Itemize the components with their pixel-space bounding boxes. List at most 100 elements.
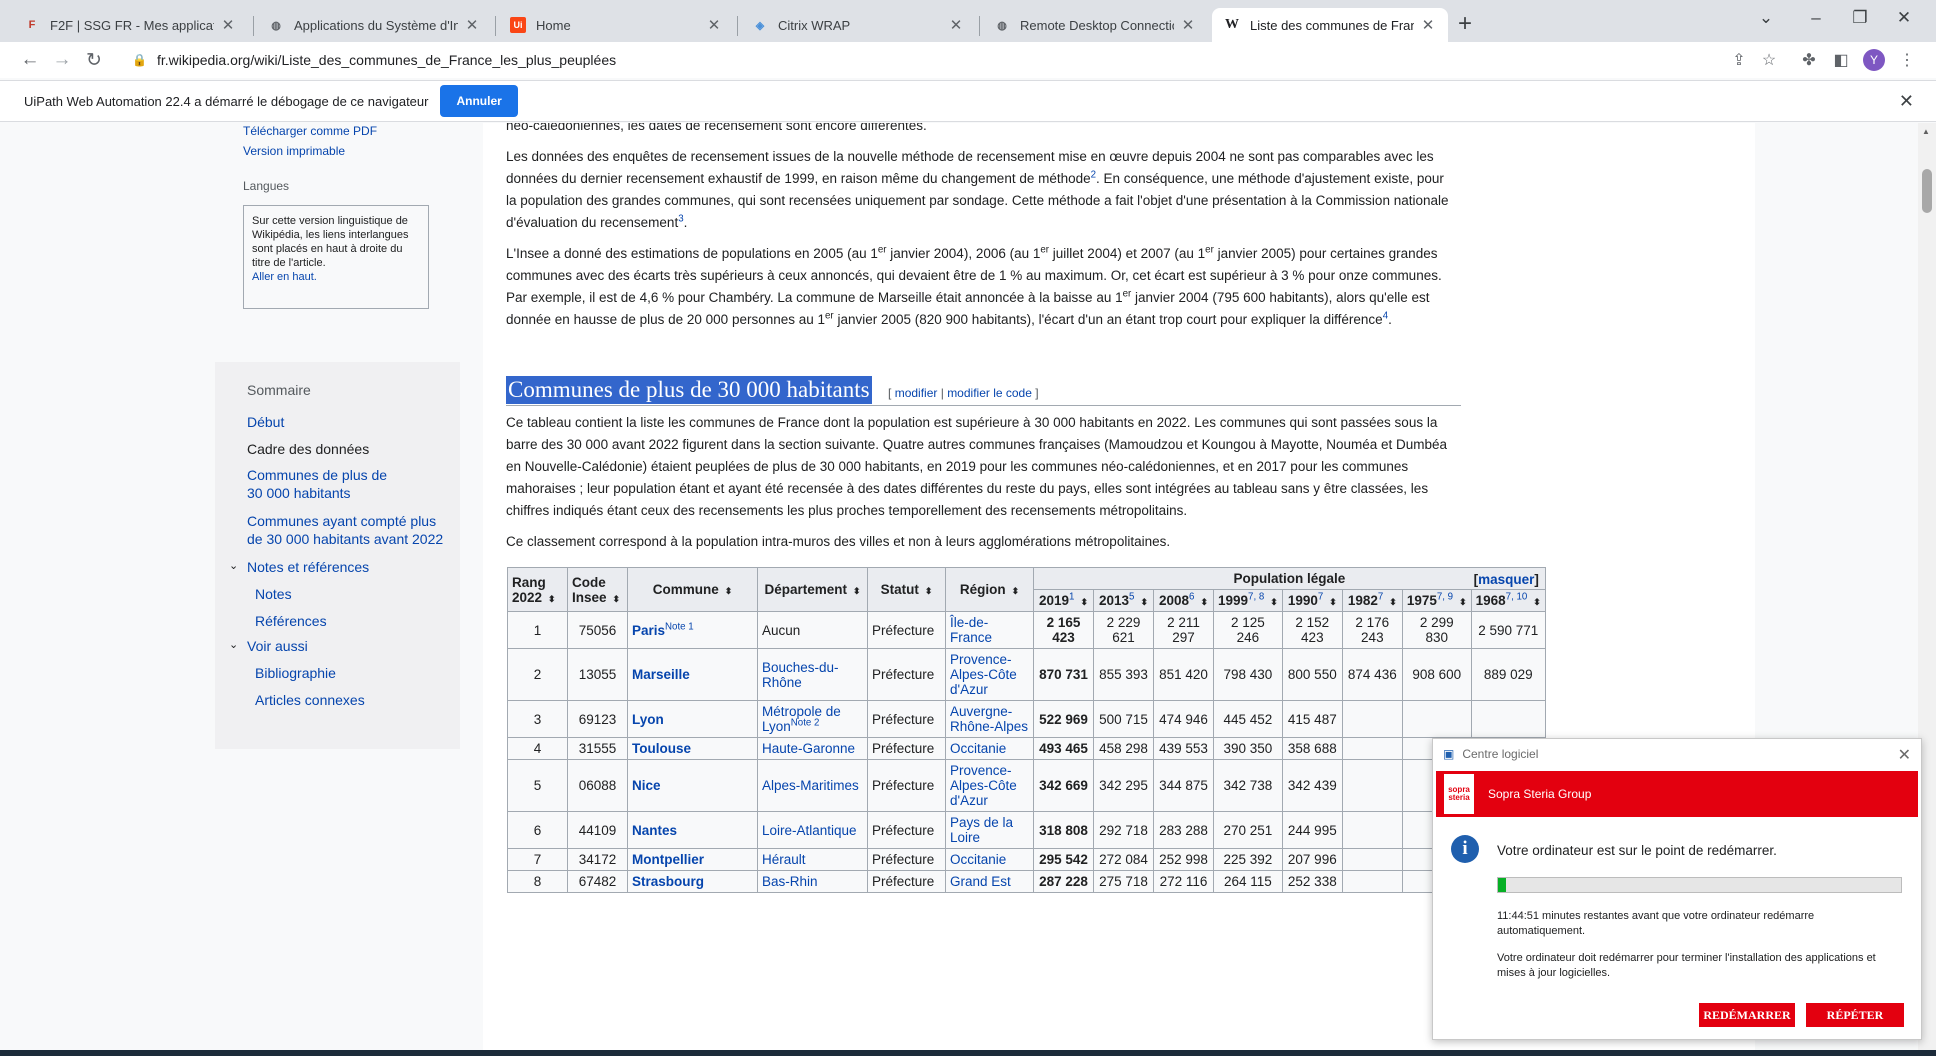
scroll-thumb[interactable] — [1922, 169, 1932, 213]
cell-departement[interactable]: Bouches-du-Rhône — [757, 648, 868, 701]
cell-commune[interactable]: Lyon — [627, 700, 758, 738]
col-year-1975[interactable]: 19757, 9 ⬍ — [1401, 589, 1472, 612]
sort-icon[interactable]: ⬍ — [1389, 597, 1397, 607]
tab-5-active[interactable]: W Liste des communes de France le ✕ — [1212, 8, 1448, 42]
back-icon[interactable]: ← — [16, 49, 44, 71]
cell-departement[interactable]: Loire-Atlantique — [757, 811, 868, 849]
lock-icon[interactable]: 🔒 — [132, 53, 147, 67]
address-bar[interactable]: 🔒 fr.wikipedia.org/wiki/Liste_des_commun… — [118, 45, 1818, 75]
cell-region[interactable]: Provence-Alpes-Côte d'Azur — [945, 759, 1034, 812]
sort-icon[interactable]: ⬍ — [1200, 597, 1208, 607]
close-tab-icon[interactable]: ✕ — [1180, 16, 1196, 34]
cell-region[interactable]: Auvergne-Rhône-Alpes — [945, 700, 1034, 738]
profile-avatar[interactable]: Y — [1863, 49, 1885, 71]
bookmark-star-icon[interactable]: ☆ — [1758, 50, 1780, 70]
toc-item-notes-references[interactable]: Notes et références — [247, 558, 369, 576]
toc-item-communes-avant-2022[interactable]: Communes ayant compté plus de 30 000 hab… — [247, 512, 452, 548]
col-code[interactable]: Code Insee ⬍ — [567, 567, 628, 612]
cell-departement[interactable]: Hérault — [757, 848, 868, 871]
tab-3[interactable]: ◈ Citrix WRAP ✕ — [740, 8, 976, 42]
tab-0[interactable]: F F2F | SSG FR - Mes applications ✕ — [12, 8, 248, 42]
go-top-link[interactable]: Aller en haut. — [252, 271, 317, 283]
edit-code-link[interactable]: modifier le code — [947, 386, 1032, 400]
side-panel-icon[interactable]: ◧ — [1830, 50, 1852, 70]
cell-commune[interactable]: Montpellier — [627, 848, 758, 871]
sort-icon[interactable]: ⬍ — [1329, 597, 1337, 607]
download-pdf-link[interactable]: Télécharger comme PDF — [243, 124, 377, 138]
cell-region[interactable]: Occitanie — [945, 737, 1034, 760]
toc-item-references[interactable]: Références — [255, 612, 327, 630]
menu-icon[interactable]: ⋮ — [1896, 50, 1918, 70]
close-tab-icon[interactable]: ✕ — [948, 16, 964, 34]
col-statut[interactable]: Statut ⬍ — [867, 567, 946, 612]
sort-icon[interactable]: ⬍ — [853, 586, 861, 596]
cancel-debug-button[interactable]: Annuler — [440, 85, 518, 117]
cell-commune[interactable]: Marseille — [627, 648, 758, 701]
cell-region[interactable]: Provence-Alpes-Côte d'Azur — [945, 648, 1034, 701]
restart-button[interactable]: REDÉMARRER — [1699, 1003, 1795, 1027]
sort-icon[interactable]: ⬍ — [1012, 586, 1020, 596]
tab-search-icon[interactable]: ⌄ — [1746, 8, 1786, 28]
col-year-1982[interactable]: 19827 ⬍ — [1341, 589, 1403, 612]
sort-icon[interactable]: ⬍ — [1459, 597, 1467, 607]
col-year-1999[interactable]: 19997, 8 ⬍ — [1213, 589, 1283, 612]
col-departement[interactable]: Département ⬍ — [757, 567, 868, 612]
col-year-1990[interactable]: 19907 ⬍ — [1281, 589, 1343, 612]
cell-commune[interactable]: ParisNote 1 — [627, 611, 758, 649]
sort-icon[interactable]: ⬍ — [1140, 597, 1148, 607]
restore-icon[interactable]: ❐ — [1840, 8, 1880, 28]
cell-departement[interactable]: Métropole de LyonNote 2 — [757, 700, 868, 738]
col-commune[interactable]: Commune ⬍ — [627, 567, 758, 612]
snooze-button[interactable]: RÉPÉTER — [1806, 1003, 1904, 1027]
chevron-down-icon[interactable]: ⌄ — [229, 557, 238, 575]
sort-icon[interactable]: ⬍ — [925, 586, 933, 596]
close-dialog-icon[interactable]: ✕ — [1898, 745, 1911, 765]
sort-icon[interactable]: ⬍ — [548, 594, 556, 604]
close-tab-icon[interactable]: ✕ — [1420, 16, 1436, 34]
cell-commune[interactable]: Nice — [627, 759, 758, 812]
col-year-2008[interactable]: 20086 ⬍ — [1153, 589, 1214, 612]
print-version-link[interactable]: Version imprimable — [243, 144, 345, 158]
close-tab-icon[interactable]: ✕ — [706, 16, 722, 34]
toc-item-articles-connexes[interactable]: Articles connexes — [255, 691, 365, 709]
minimize-icon[interactable]: – — [1796, 8, 1836, 28]
chevron-down-icon[interactable]: ⌄ — [229, 636, 238, 654]
tab-2[interactable]: Ui Home ✕ — [498, 8, 734, 42]
col-year-2013[interactable]: 20135 ⬍ — [1093, 589, 1154, 612]
toc-item-notes[interactable]: Notes — [255, 585, 292, 603]
sort-icon[interactable]: ⬍ — [725, 586, 733, 596]
sort-icon[interactable]: ⬍ — [1270, 597, 1278, 607]
sort-icon[interactable]: ⬍ — [1533, 597, 1541, 607]
cell-region[interactable]: Grand Est — [945, 870, 1034, 893]
forward-icon[interactable]: → — [48, 49, 76, 71]
reload-icon[interactable]: ↻ — [80, 49, 108, 72]
cell-region[interactable]: Occitanie — [945, 848, 1034, 871]
close-tab-icon[interactable]: ✕ — [220, 16, 236, 34]
edit-link[interactable]: modifier — [895, 386, 938, 400]
cell-departement[interactable]: Alpes-Maritimes — [757, 759, 868, 812]
col-rang[interactable]: Rang 2022 ⬍ — [507, 567, 568, 612]
tab-1[interactable]: ◍ Applications du Système d'Inform ✕ — [256, 8, 492, 42]
close-tab-icon[interactable]: ✕ — [464, 16, 480, 34]
cell-commune[interactable]: Toulouse — [627, 737, 758, 760]
extensions-icon[interactable]: ✤ — [1798, 50, 1820, 70]
toc-item-voir-aussi[interactable]: Voir aussi — [247, 637, 308, 655]
cell-departement[interactable]: Haute-Garonne — [757, 737, 868, 760]
toc-item-communes-30000[interactable]: Communes de plus de 30 000 habitants — [247, 466, 397, 502]
cell-departement[interactable]: Bas-Rhin — [757, 870, 868, 893]
url-text[interactable]: fr.wikipedia.org/wiki/Liste_des_communes… — [157, 52, 616, 68]
tab-4[interactable]: ◍ Remote Desktop Connection ✕ — [982, 8, 1208, 42]
cell-commune[interactable]: Strasbourg — [627, 870, 758, 893]
scroll-up-icon[interactable]: ▲ — [1922, 127, 1930, 136]
cell-region[interactable]: Île-de-France — [945, 611, 1034, 649]
col-year-2019[interactable]: 20191 ⬍ — [1033, 589, 1094, 612]
col-region[interactable]: Région ⬍ — [945, 567, 1034, 612]
masquer-link[interactable]: masquer — [1478, 572, 1534, 587]
toc-item-debut[interactable]: Début — [247, 413, 284, 431]
close-window-icon[interactable]: ✕ — [1884, 8, 1924, 28]
sort-icon[interactable]: ⬍ — [613, 594, 621, 604]
share-icon[interactable]: ⇪ — [1728, 50, 1750, 70]
sort-icon[interactable]: ⬍ — [1080, 597, 1088, 607]
toc-item-bibliographie[interactable]: Bibliographie — [255, 664, 336, 682]
col-year-1968[interactable]: 19687, 10 ⬍ — [1470, 589, 1546, 612]
